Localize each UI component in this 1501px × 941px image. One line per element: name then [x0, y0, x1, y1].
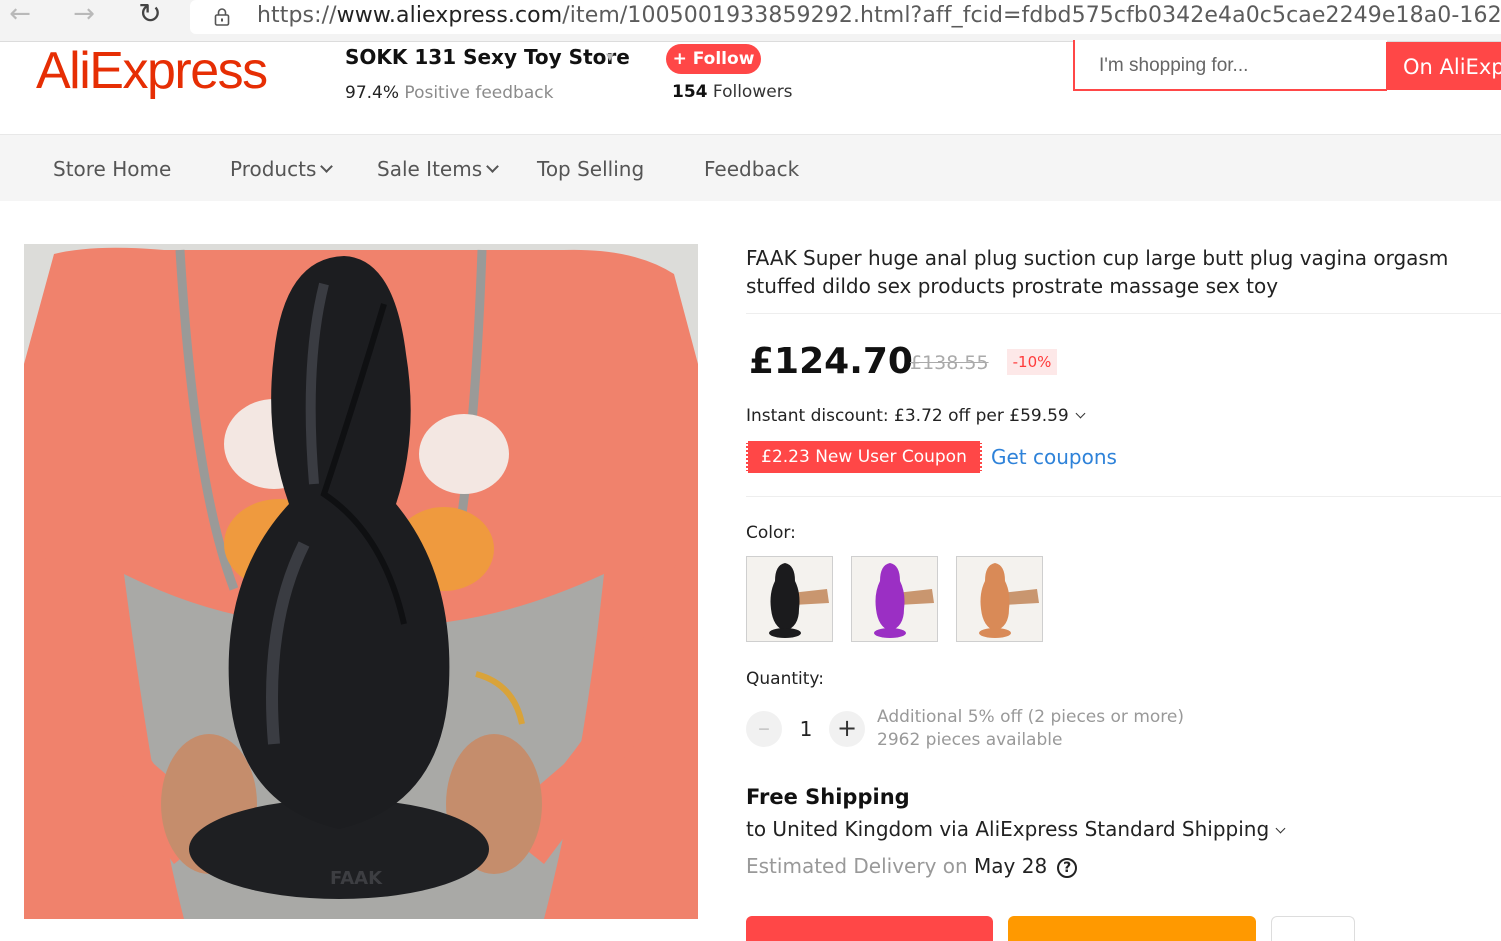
color-swatch-flesh[interactable]: [956, 556, 1043, 642]
nav-label: Products: [230, 157, 317, 181]
lock-icon: [214, 8, 230, 26]
shipping-method[interactable]: to United Kingdom via AliExpress Standar…: [746, 815, 1286, 843]
store-feedback: 97.4% Positive feedback: [345, 82, 553, 104]
discount-badge: -10%: [1007, 349, 1057, 375]
swatch-base: [769, 628, 801, 638]
quantity-notes: Additional 5% off (2 pieces or more) 296…: [877, 706, 1184, 752]
search-input[interactable]: [1099, 53, 1379, 79]
feedback-percent: 97.4%: [345, 83, 400, 103]
shipping-method-text: to United Kingdom via AliExpress Standar…: [746, 817, 1270, 841]
browser-toolbar: ← → ↻ https://www.aliexpress.com/item/10…: [0, 0, 1501, 42]
swatch-image: [957, 557, 1042, 641]
quantity-increase-button[interactable]: +: [829, 711, 865, 747]
quantity-value[interactable]: 1: [795, 716, 817, 742]
nav-top-selling[interactable]: Top Selling: [537, 156, 644, 182]
swatch-base: [979, 628, 1011, 638]
address-bar[interactable]: https://www.aliexpress.com/item/10050019…: [190, 0, 1501, 34]
followers-count: 154: [672, 82, 708, 102]
product-main-image[interactable]: FAAK: [24, 244, 698, 919]
reload-icon[interactable]: ↻: [132, 0, 168, 29]
swatch-image: [747, 557, 832, 641]
divider: [746, 496, 1501, 497]
url-text: https://www.aliexpress.com/item/10050019…: [257, 2, 1501, 30]
url-scheme: https://: [257, 3, 337, 28]
product-photo: FAAK: [24, 244, 698, 919]
caret-down-icon[interactable]: ▼: [606, 52, 614, 63]
quantity-decrease-button[interactable]: –: [746, 711, 782, 747]
wishlist-button[interactable]: [1271, 916, 1355, 941]
color-swatch-purple[interactable]: [851, 556, 938, 642]
original-price: £138.55: [910, 352, 989, 374]
search-box: [1073, 40, 1387, 91]
feedback-label: Positive feedback: [404, 83, 554, 103]
chevron-down-icon: [1275, 823, 1286, 834]
add-to-cart-button[interactable]: [1008, 916, 1256, 941]
nav-feedback[interactable]: Feedback: [704, 156, 799, 182]
store-nav: Store Home Products Sale Items Top Selli…: [0, 135, 1501, 201]
chevron-down-icon: [320, 160, 334, 173]
url-host: www.aliexpress.com: [336, 3, 563, 28]
color-label: Color:: [746, 523, 796, 543]
bulk-discount-note: Additional 5% off (2 pieces or more): [877, 707, 1184, 727]
swatch-image: [852, 557, 937, 641]
delivery-label: Estimated Delivery on: [746, 854, 968, 878]
help-icon[interactable]: ?: [1057, 858, 1078, 878]
followers-label: Followers: [712, 82, 793, 102]
quantity-label: Quantity:: [746, 669, 824, 689]
faak-logo: FAAK: [330, 868, 383, 889]
nav-sale-items[interactable]: Sale Items: [377, 156, 499, 182]
nav-label: Feedback: [704, 157, 800, 181]
url-path: /item/1005001933859292.html?aff_fcid=fdb…: [562, 3, 1501, 28]
new-user-coupon[interactable]: £2.23 New User Coupon: [746, 441, 982, 473]
store-name[interactable]: SOKK 131 Sexy Toy Store: [345, 44, 630, 70]
divider: [746, 313, 1501, 314]
nav-store-home[interactable]: Store Home: [53, 156, 171, 182]
search-button[interactable]: On AliExpress: [1386, 42, 1501, 90]
back-arrow-icon[interactable]: ←: [2, 1, 38, 29]
stock-note: 2962 pieces available: [877, 730, 1063, 750]
instant-discount[interactable]: Instant discount: £3.72 off per £59.59: [746, 404, 1086, 428]
aliexpress-logo[interactable]: AliExpress: [36, 40, 268, 102]
instant-discount-text: Instant discount: £3.72 off per £59.59: [746, 406, 1069, 426]
get-coupons-link[interactable]: Get coupons: [991, 443, 1117, 471]
followers-info: 154 Followers: [672, 81, 793, 103]
buy-now-button[interactable]: [746, 916, 993, 941]
product-title: FAAK Super huge anal plug suction cup la…: [746, 246, 1449, 298]
swatch-base: [874, 628, 906, 638]
nav-label: Top Selling: [537, 157, 645, 181]
chevron-down-icon: [486, 160, 499, 173]
forward-arrow-icon[interactable]: →: [66, 1, 102, 29]
nav-products[interactable]: Products: [230, 156, 334, 182]
nav-label: Store Home: [53, 157, 172, 181]
estimated-delivery: Estimated Delivery on May 28?: [746, 852, 1078, 880]
shipping-title: Free Shipping: [746, 785, 910, 809]
nav-label: Sale Items: [377, 157, 483, 181]
delivery-date: May 28: [974, 854, 1048, 878]
color-swatch-black[interactable]: [746, 556, 833, 642]
product-price: £124.70: [749, 341, 913, 382]
follow-button[interactable]: + Follow: [666, 44, 761, 74]
chevron-down-icon: [1075, 408, 1086, 419]
